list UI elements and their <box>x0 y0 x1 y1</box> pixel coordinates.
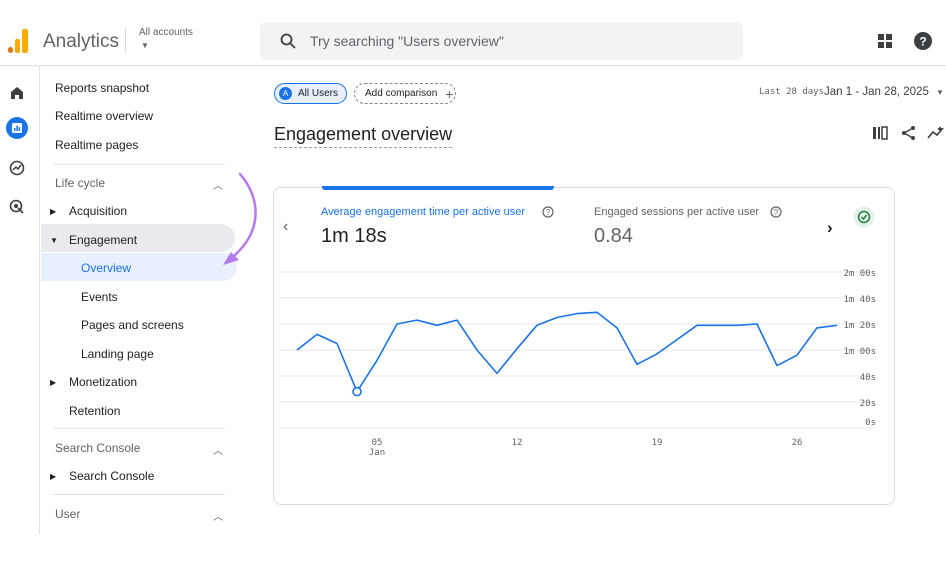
sidebar-item-landing-page[interactable]: Landing page <box>81 347 154 361</box>
sidebar-item-monetization[interactable]: Monetization <box>69 375 137 389</box>
sidebar-item-pages-and-screens[interactable]: Pages and screens <box>81 318 184 332</box>
sidebar-item-reports-snapshot[interactable]: Reports snapshot <box>55 81 149 95</box>
expand-arrow-icon[interactable]: ▶ <box>50 207 56 216</box>
search-bar[interactable] <box>260 22 743 60</box>
search-input[interactable] <box>310 31 720 51</box>
top-bar: Analytics All accounts ▼ ? <box>0 0 946 66</box>
metric-value-avg-engagement-time: 1m 18s <box>321 225 387 247</box>
section-header-user[interactable]: User <box>55 507 80 521</box>
expand-arrow-icon[interactable]: ▶ <box>50 472 56 481</box>
y-tick-label: 40s <box>860 373 876 383</box>
reports-icon[interactable] <box>6 117 28 139</box>
metric-label-avg-engagement-time[interactable]: Average engagement time per active user <box>321 206 525 218</box>
sidebar: Reports snapshot Realtime overview Realt… <box>39 66 250 534</box>
metric-value-engaged-sessions: 0.84 <box>594 225 633 247</box>
divider <box>53 428 225 429</box>
plus-icon: + <box>445 85 454 102</box>
insights-icon[interactable] <box>927 125 945 141</box>
data-point <box>352 386 362 397</box>
caret-down-icon[interactable]: ▼ <box>936 88 944 97</box>
segment-chip-all-users[interactable]: A All Users <box>274 83 347 104</box>
y-tick-label: 1m 40s <box>843 295 876 305</box>
y-tick-label: 2m 00s <box>843 269 876 279</box>
apps-grid-icon[interactable] <box>877 33 893 49</box>
segment-label: All Users <box>298 88 339 99</box>
segment-badge: A <box>279 87 292 100</box>
svg-text:?: ? <box>774 208 779 217</box>
date-range-label: Last 28 days <box>759 87 825 97</box>
expand-arrow-icon[interactable]: ▶ <box>50 378 56 387</box>
x-tick-label: 26 <box>792 438 803 448</box>
caret-down-icon[interactable]: ▼ <box>141 41 149 50</box>
search-icon <box>280 33 296 49</box>
y-tick-label: 0s <box>865 418 876 428</box>
y-tick-label: 20s <box>860 399 876 409</box>
share-icon[interactable] <box>901 125 917 141</box>
x-tick-label: 05 <box>372 438 383 448</box>
engagement-time-line-chart[interactable]: 0s 20s 40s 1m 00s 1m 20s 1m 40s 2m 00s 05Jan 12 1… <box>280 260 880 470</box>
help-icon[interactable]: ? <box>913 31 933 51</box>
sidebar-item-realtime-pages[interactable]: Realtime pages <box>55 138 138 152</box>
add-comparison-label: Add comparison <box>365 88 438 99</box>
add-comparison-button[interactable]: Add comparison + <box>354 83 456 104</box>
home-icon[interactable] <box>6 82 28 104</box>
collapse-arrow-icon[interactable]: ▼ <box>50 236 58 245</box>
analytics-logo-icon[interactable] <box>8 27 30 53</box>
chevron-right-icon[interactable]: › <box>827 218 833 238</box>
sidebar-item-overview[interactable]: Overview <box>81 261 131 275</box>
y-tick-label: 1m 00s <box>843 347 876 357</box>
sidebar-item-engagement[interactable]: Engagement <box>69 233 137 247</box>
annotation-arrow-icon <box>223 172 257 265</box>
x-tick-sublabel: Jan <box>369 448 385 458</box>
sidebar-item-realtime-overview[interactable]: Realtime overview <box>55 109 153 123</box>
svg-text:?: ? <box>546 208 551 217</box>
page-title[interactable]: Engagement overview <box>274 124 453 148</box>
date-range-picker[interactable]: Jan 1 - Jan 28, 2025 <box>824 86 929 98</box>
x-tick-label: 12 <box>512 438 523 448</box>
sidebar-item-acquisition[interactable]: Acquisition <box>69 204 127 218</box>
advertising-icon[interactable] <box>6 196 28 218</box>
section-header-life-cycle[interactable]: Life cycle <box>55 176 105 190</box>
check-circle-icon[interactable] <box>853 206 875 228</box>
sidebar-item-retention[interactable]: Retention <box>69 404 120 418</box>
divider <box>53 494 225 495</box>
x-tick-label: 19 <box>652 438 663 448</box>
divider <box>53 164 225 165</box>
compare-icon[interactable] <box>872 125 888 141</box>
metric-label-engaged-sessions[interactable]: Engaged sessions per active user <box>594 206 759 218</box>
app-name: Analytics <box>43 31 120 52</box>
explore-icon[interactable] <box>6 157 28 179</box>
chevron-up-icon[interactable]: ︿ <box>213 442 223 457</box>
divider <box>125 27 126 54</box>
sidebar-item-events[interactable]: Events <box>81 290 118 304</box>
chevron-left-icon[interactable]: ‹ <box>283 218 288 236</box>
active-tab-indicator <box>322 186 554 190</box>
chevron-up-icon[interactable]: ︿ <box>213 508 223 523</box>
sidebar-item-search-console[interactable]: Search Console <box>69 469 154 483</box>
svg-text:?: ? <box>919 35 926 49</box>
info-icon[interactable]: ? <box>770 206 782 218</box>
account-selector[interactable]: All accounts <box>139 27 193 38</box>
info-icon[interactable]: ? <box>542 206 554 218</box>
y-tick-label: 1m 20s <box>843 321 876 331</box>
section-header-search-console[interactable]: Search Console <box>55 441 140 455</box>
active-item-highlight <box>41 253 237 281</box>
